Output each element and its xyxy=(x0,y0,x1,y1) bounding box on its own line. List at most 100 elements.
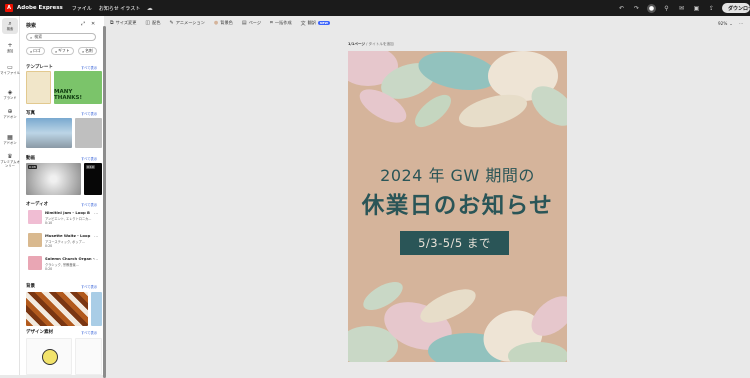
audio-duration: 0:20 xyxy=(45,267,53,271)
page-button[interactable]: ▤ ページ xyxy=(242,20,261,26)
more-options-icon[interactable]: ⋯ xyxy=(739,21,743,26)
toolbar-label: アニメーション xyxy=(175,20,205,25)
audio-title: Musette Waltz - Loop xyxy=(45,233,91,238)
templates-see-all-link[interactable]: すべて表示 xyxy=(81,65,97,70)
toolbar-label: ページ xyxy=(248,20,262,25)
bulk-create-button[interactable]: ⌗ 一括作成 xyxy=(270,20,292,26)
color-scheme-button[interactable]: ◫ 配色 xyxy=(145,20,160,26)
background-color-button[interactable]: ● 背景色 xyxy=(214,20,233,26)
rail-label: 検索 xyxy=(6,26,14,31)
canvas-page[interactable]: 2024 年 GW 期間の 休業日のお知らせ 5/3-5/5 まで xyxy=(348,51,567,362)
search-icon: ⌕ xyxy=(30,48,33,54)
panel-scrollbar[interactable] xyxy=(103,26,106,378)
more-options-icon[interactable]: ⋯ xyxy=(94,211,98,216)
cloud-sync-icon[interactable]: ☁ xyxy=(145,4,154,13)
rail-item-myfiles[interactable]: ▭ マイファイル xyxy=(0,64,20,76)
background-color-swatch-icon: ● xyxy=(213,20,219,26)
toolbar-label: 翻訳 xyxy=(307,20,317,25)
share-icon[interactable]: ⇪ xyxy=(707,4,716,13)
template-thumb[interactable] xyxy=(26,71,51,104)
resize-icon: ⧉ xyxy=(110,20,114,26)
gift-icon[interactable]: ✉ xyxy=(677,4,686,13)
rail-item-add[interactable]: + 追加 xyxy=(0,42,20,54)
backgrounds-see-all-link[interactable]: すべて表示 xyxy=(81,284,97,289)
rail-label: ブランド xyxy=(3,95,17,100)
audio-duration: 0:10 xyxy=(45,221,53,225)
video-thumb[interactable]: 0:08 xyxy=(26,163,81,195)
audio-item[interactable]: Musette Waltz - Loop アコースティック, ポップ... 0:… xyxy=(26,231,100,251)
expand-icon[interactable]: ⤢ xyxy=(81,21,85,27)
rail-item-apps[interactable]: ▦ アドオン xyxy=(0,134,20,146)
section-title-videos: 動画 xyxy=(26,156,35,161)
video-duration-badge: 0:10 xyxy=(86,165,95,169)
bulk-create-icon: ⌗ xyxy=(270,20,273,26)
more-options-icon[interactable]: ⋯ xyxy=(94,234,98,239)
poster-title[interactable]: 休業日のお知らせ xyxy=(348,188,567,220)
design-assets-see-all-link[interactable]: すべて表示 xyxy=(81,330,97,335)
animation-button[interactable]: ✎ アニメーション xyxy=(170,20,205,26)
rail-item-addons[interactable]: ⊕ アドオン xyxy=(0,108,20,120)
videos-see-all-link[interactable]: すべて表示 xyxy=(81,156,97,161)
audio-duration: 0:20 xyxy=(45,244,53,248)
zoom-value: 92% xyxy=(717,20,728,26)
search-icon: ⌕ xyxy=(55,48,58,54)
resize-button[interactable]: ⧉ サイズ変更 xyxy=(110,20,136,26)
page-label: 1/1ページ / タイトルを追加 xyxy=(348,42,394,46)
scrollbar-thumb[interactable] xyxy=(103,26,106,378)
audio-see-all-link[interactable]: すべて表示 xyxy=(81,202,97,207)
audio-item[interactable]: Nimitini Jam - Loop B アンビエント, エレクトロニカ...… xyxy=(26,208,100,228)
chip-business-card[interactable]: ⌕ 名刺 xyxy=(78,47,97,55)
app-header: A Adobe Express ファイル お知らせ イラスト ☁ ↶ ↷ ● ⚲… xyxy=(0,0,750,16)
template-thumb-text: MANY THANKS! xyxy=(54,89,82,101)
redo-icon[interactable]: ↷ xyxy=(632,4,641,13)
canvas-toolbar: ⧉ サイズ変更 ◫ 配色 ✎ アニメーション ● 背景色 ▤ ページ ⌗ 一括作成 文翻訳 N… xyxy=(110,16,750,30)
section-title-templates: テンプレート xyxy=(26,65,53,70)
rail-item-premium[interactable]: ♛ プレミアムオンリー xyxy=(0,153,20,168)
page-title-input[interactable]: タイトルを追加 xyxy=(369,42,394,46)
toolbar-label: 一括作成 xyxy=(274,20,292,25)
more-options-icon[interactable]: ⋯ xyxy=(94,257,98,262)
audio-item[interactable]: Solemn Church Organ - クラシック, 宗教音楽... 0:2… xyxy=(26,254,100,274)
translate-icon: 文 xyxy=(300,20,306,27)
photos-see-all-link[interactable]: すべて表示 xyxy=(81,111,97,116)
design-asset-thumb[interactable] xyxy=(26,338,72,375)
chip-label: 名刺 xyxy=(85,48,93,53)
photo-thumb[interactable] xyxy=(75,118,102,148)
page-number: 1/1ページ xyxy=(348,42,366,46)
search-icon: ⌕ xyxy=(30,34,33,40)
audio-artwork xyxy=(28,210,42,224)
poster-heading[interactable]: 2024 年 GW 期間の xyxy=(348,162,567,186)
app-name[interactable]: Adobe Express xyxy=(17,5,63,11)
rail-label: マイファイル xyxy=(0,70,20,75)
undo-icon[interactable]: ↶ xyxy=(617,4,626,13)
rail-label: アドオン xyxy=(3,140,17,145)
comment-icon[interactable]: ▣ xyxy=(692,4,701,13)
chip-gift[interactable]: ⌕ ギフト xyxy=(51,47,74,55)
toolbar-label: サイズ変更 xyxy=(115,20,137,25)
zoom-control[interactable]: 92% ⌄ ⋯ xyxy=(718,16,743,30)
rail-item-brand[interactable]: ◈ ブランド xyxy=(0,89,20,101)
audio-artwork xyxy=(28,233,42,247)
design-asset-thumb[interactable] xyxy=(75,338,102,375)
rail-item-search[interactable]: ⌕ 検索 xyxy=(0,20,20,32)
adobe-logo-icon[interactable]: A xyxy=(5,4,13,12)
video-thumb[interactable]: 0:10 xyxy=(84,163,102,195)
translate-button[interactable]: 文翻訳 NEW xyxy=(301,20,330,27)
poster-date-box[interactable]: 5/3-5/5 まで xyxy=(400,231,509,255)
audio-title: Nimitini Jam - Loop B xyxy=(45,210,90,215)
background-thumb[interactable] xyxy=(91,292,102,326)
rail-label: アドオン xyxy=(3,114,17,119)
download-button[interactable]: ダウンロード xyxy=(722,3,750,13)
search-input[interactable]: ⌕ 検索 xyxy=(26,33,96,41)
close-icon[interactable]: ✕ xyxy=(91,21,95,27)
document-title[interactable]: お知らせ イラスト xyxy=(99,5,140,12)
photo-thumb[interactable] xyxy=(26,118,72,148)
location-icon[interactable]: ⚲ xyxy=(662,4,671,13)
chip-logo[interactable]: ⌕ ロゴ xyxy=(26,47,45,55)
background-thumb[interactable] xyxy=(26,292,88,326)
template-thumb[interactable]: MANY THANKS! xyxy=(54,71,102,104)
file-menu[interactable]: ファイル xyxy=(72,5,92,12)
toolbar-label: 配色 xyxy=(152,20,161,25)
new-badge: NEW xyxy=(318,21,330,25)
avatar[interactable]: ● xyxy=(647,3,656,13)
